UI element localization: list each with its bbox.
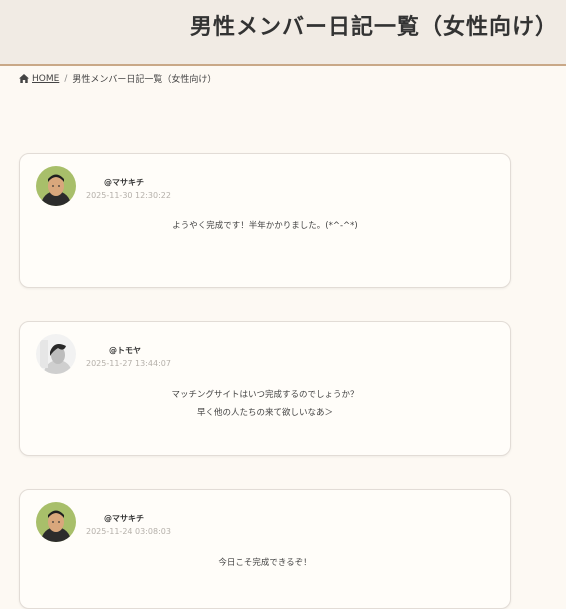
- diary-line: ようやく完成です！半年かかりました。(*^-^*): [172, 221, 358, 231]
- breadcrumb-current: 男性メンバー日記一覧（女性向け）: [72, 75, 217, 85]
- diary-line: 早く他の人たちの来て欲しいなあ＞: [196, 408, 333, 418]
- breadcrumb-home-link[interactable]: HOME: [19, 74, 59, 84]
- breadcrumb-home-label: HOME: [32, 73, 60, 84]
- site-header: 男性メンバー日記一覧（女性向け）: [0, 0, 566, 66]
- avatar[interactable]: [36, 502, 76, 542]
- diary-card[interactable]: @マサキチ 2025-11-24 03:08:03 今日こそ完成できるぞ！: [19, 489, 511, 609]
- username[interactable]: @トモヤ: [109, 345, 141, 356]
- diary-line: 今日こそ完成できるぞ！: [218, 558, 312, 568]
- username[interactable]: @マサキチ: [104, 177, 144, 188]
- diary-text: ようやく完成です！半年かかりました。(*^-^*): [20, 217, 510, 235]
- home-icon: [19, 74, 29, 83]
- timestamp: 2025-11-30 12:30:22: [86, 191, 171, 200]
- diary-card[interactable]: @トモヤ 2025-11-27 13:44:07 マッチングサイトはいつ完成する…: [19, 321, 511, 456]
- username[interactable]: @マサキチ: [104, 513, 144, 524]
- page-title: 男性メンバー日記一覧（女性向け）: [189, 15, 558, 40]
- diary-card[interactable]: @マサキチ 2025-11-30 12:30:22 ようやく完成です！半年かかり…: [19, 153, 511, 288]
- timestamp: 2025-11-27 13:44:07: [86, 359, 171, 368]
- breadcrumb: HOME / 男性メンバー日記一覧（女性向け）: [19, 72, 216, 85]
- diary-text: マッチングサイトはいつ完成するのでしょうか？ 早く他の人たちの来て欲しいなあ＞: [20, 386, 510, 422]
- timestamp: 2025-11-24 03:08:03: [86, 527, 171, 536]
- avatar[interactable]: [36, 166, 76, 206]
- breadcrumb-separator: /: [64, 73, 68, 84]
- diary-line: マッチングサイトはいつ完成するのでしょうか？: [171, 390, 359, 400]
- diary-text: 今日こそ完成できるぞ！: [20, 554, 510, 572]
- avatar[interactable]: [36, 334, 76, 374]
